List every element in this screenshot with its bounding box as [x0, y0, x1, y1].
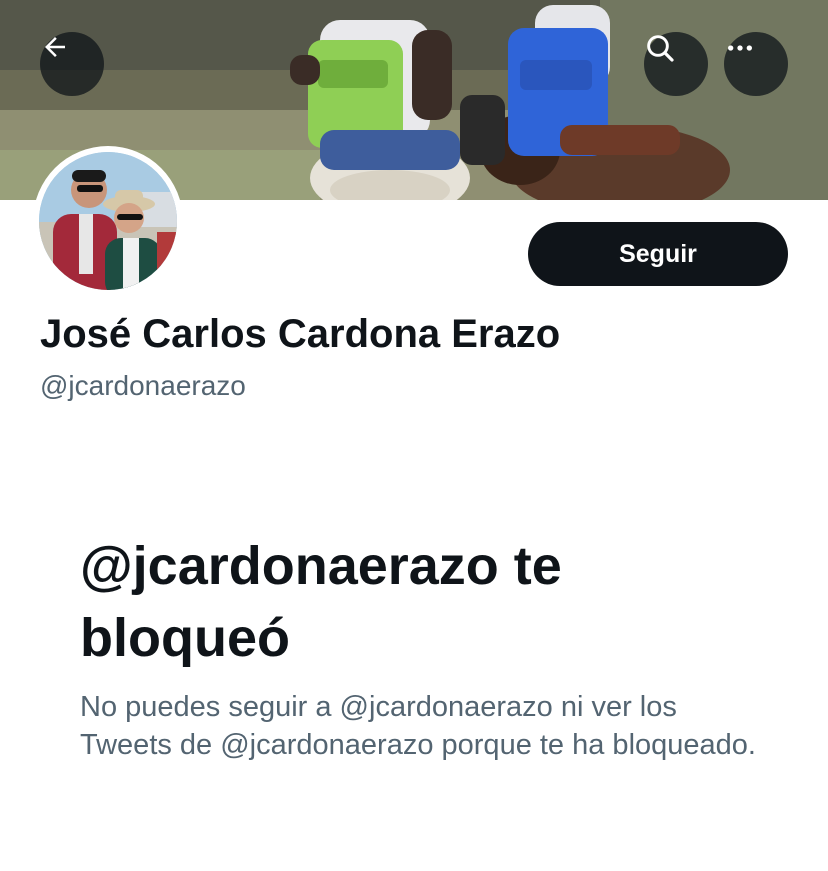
display-name: José Carlos Cardona Erazo: [40, 312, 561, 356]
profile-avatar[interactable]: [33, 146, 183, 296]
profile-handle: @jcardonaerazo: [40, 370, 246, 401]
arrow-left-icon: [45, 37, 65, 57]
profile-page: Seguir José Carlos Cardona Erazo @jcardo…: [0, 0, 828, 871]
avatar-photo: [39, 152, 177, 290]
search-button[interactable]: [644, 32, 708, 96]
follow-button[interactable]: Seguir: [528, 222, 788, 286]
back-button[interactable]: [40, 32, 104, 96]
more-options-button[interactable]: [724, 32, 788, 96]
blocked-title: @jcardonaerazo te bloqueó: [80, 536, 562, 668]
more-horizontal-icon: [728, 45, 752, 51]
blocked-description: No puedes seguir a @jcardonaerazo ni ver…: [80, 691, 756, 761]
search-icon: [647, 35, 674, 62]
